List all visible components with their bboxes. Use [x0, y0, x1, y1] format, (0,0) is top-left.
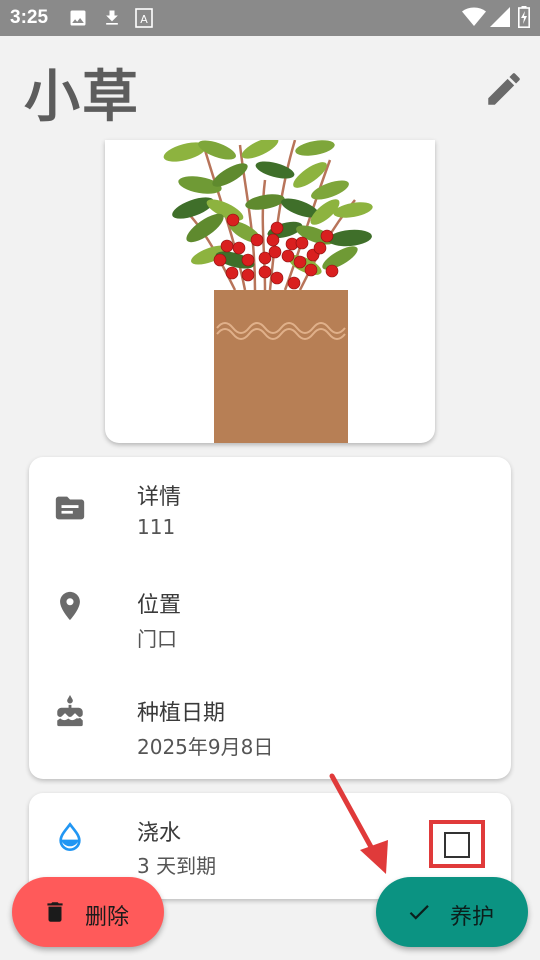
detail-value: 门口 [137, 627, 177, 651]
detail-label: 位置 [137, 593, 182, 618]
signal-icon [490, 7, 510, 27]
page-title: 小草 [24, 65, 140, 130]
image-icon [68, 8, 88, 28]
wifi-icon [462, 7, 486, 27]
water-drop-icon [54, 821, 86, 857]
svg-text:A: A [140, 13, 148, 26]
water-done-checkbox[interactable] [444, 832, 470, 858]
water-due: 3 天到期 [137, 854, 217, 878]
delete-label: 删除 [85, 905, 130, 930]
note-icon [53, 491, 87, 525]
pencil-icon [488, 73, 520, 105]
detail-value: 2025年9月8日 [137, 735, 274, 759]
trash-icon [42, 897, 68, 931]
status-time: 3:25 [10, 7, 49, 28]
detail-row-notes[interactable]: 详情 111 [29, 467, 511, 567]
care-button[interactable]: 养护 [376, 877, 528, 947]
download-icon [102, 8, 122, 28]
plant-illustration [163, 140, 373, 443]
water-label: 浇水 [137, 821, 182, 846]
detail-row-planting-date[interactable]: 种植日期 2025年9月8日 [29, 683, 511, 783]
details-card: 详情 111 位置 门口 种植日期 2025年9月8日 [29, 457, 511, 779]
annotation-arrow [329, 773, 388, 874]
edit-button[interactable] [483, 68, 525, 110]
detail-label: 详情 [137, 485, 182, 510]
detail-value: 111 [137, 515, 176, 539]
delete-button[interactable]: 删除 [12, 877, 164, 947]
detail-row-location[interactable]: 位置 门口 [29, 575, 511, 675]
status-bar: 3:25 A [0, 0, 540, 36]
battery-icon [518, 6, 530, 28]
check-icon [404, 899, 434, 929]
detail-label: 种植日期 [137, 701, 226, 726]
a-box-icon: A [135, 8, 153, 28]
cake-icon [53, 695, 87, 729]
plant-image-card[interactable] [105, 140, 435, 443]
care-label: 养护 [450, 905, 495, 930]
location-pin-icon [53, 589, 87, 623]
